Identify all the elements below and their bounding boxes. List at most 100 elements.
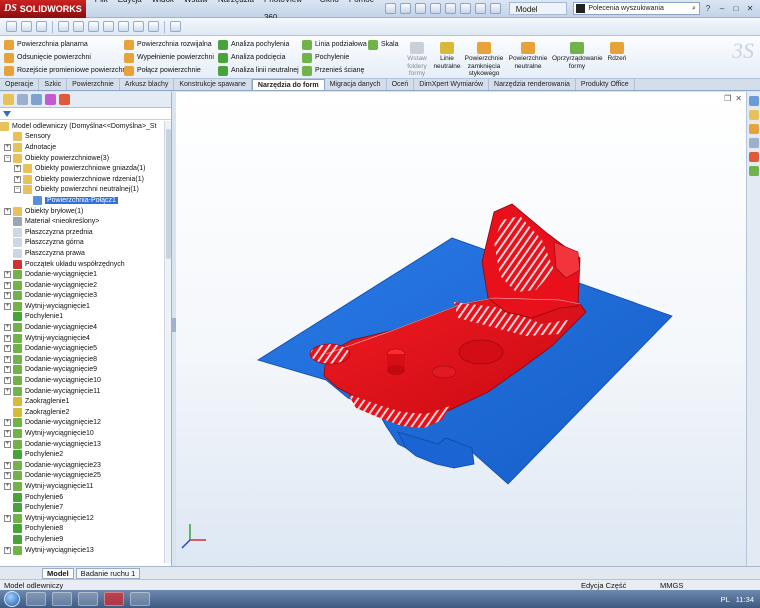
tree-item[interactable]: + Dodanie-wyciągnięcie13 <box>0 439 164 450</box>
viewport-icon[interactable] <box>170 21 181 32</box>
solidworks-task-icon[interactable] <box>104 592 124 606</box>
tree-item[interactable]: + Wytnij-wyciągnięcie11 <box>0 481 164 492</box>
close-button[interactable]: ✕ <box>744 3 756 15</box>
insert-mold-folder-button[interactable]: Wstaw foldery formy <box>404 42 430 78</box>
tree-root[interactable]: Model odlewniczy (Domyślna<<Domyślna>_St <box>0 121 164 132</box>
help-button[interactable]: ? <box>702 3 714 15</box>
file-explorer-icon[interactable] <box>748 124 759 134</box>
tree-item[interactable]: Płaszczyzna prawa <box>0 248 164 259</box>
expand-toggle-icon[interactable]: + <box>4 345 11 353</box>
expand-toggle-icon[interactable]: + <box>4 355 11 363</box>
graphics-area[interactable] <box>176 92 746 566</box>
tree-item[interactable]: + Dodanie-wyciągnięcie11 <box>0 386 164 397</box>
expand-toggle-icon[interactable]: + <box>4 271 11 279</box>
expand-toggle-icon[interactable]: + <box>4 207 11 215</box>
open-folder-icon[interactable] <box>399 3 411 14</box>
shut-off-surfaces-button[interactable]: Powierzchnie zamknięcia stykowego <box>464 42 504 78</box>
clock[interactable]: 11:34 <box>736 595 754 604</box>
expand-toggle-icon[interactable]: + <box>4 281 11 289</box>
expand-toggle-icon[interactable]: + <box>14 175 21 183</box>
tree-item[interactable]: Pochylenie2 <box>0 449 164 460</box>
expand-toggle-icon[interactable]: + <box>4 302 11 310</box>
expand-toggle-icon[interactable]: + <box>4 324 11 332</box>
expand-toggle-icon[interactable]: + <box>4 334 11 342</box>
tree-item[interactable]: − Obiekty powierzchniowe(3) <box>0 153 164 164</box>
tab-weldments[interactable]: Konstrukcje spawane <box>174 79 252 90</box>
expand-toggle-icon[interactable]: + <box>4 440 11 448</box>
search-icon[interactable]: ⌕ <box>689 5 699 13</box>
select-arrow-icon[interactable] <box>459 3 471 14</box>
expand-toggle-icon[interactable]: + <box>4 461 11 469</box>
chrome-icon[interactable] <box>78 592 98 606</box>
viewport-close-icon[interactable]: ✕ <box>735 94 742 103</box>
tab-data-migration[interactable]: Migracja danych <box>325 79 387 90</box>
solidworks-logo[interactable]: DS SOLIDWORKS <box>0 0 86 18</box>
expand-toggle-icon[interactable]: + <box>4 546 11 554</box>
options-icon[interactable] <box>489 3 501 14</box>
tree-item[interactable]: Pochylenie6 <box>0 492 164 503</box>
tree-item[interactable]: + Dodanie-wyciągnięcie3 <box>0 291 164 302</box>
edit-appearance-icon[interactable] <box>118 21 129 32</box>
tree-item[interactable]: Pochylenie9 <box>0 534 164 545</box>
ruled-surface-button[interactable]: Powierzchnia rozwijalna <box>124 38 214 51</box>
viewport-restore-icon[interactable]: ❐ <box>724 94 731 103</box>
print-icon[interactable] <box>429 3 441 14</box>
app-task-icon[interactable] <box>130 592 150 606</box>
tree-item[interactable]: + Dodanie-wyciągnięcie23 <box>0 460 164 471</box>
tree-item[interactable]: + Wytnij-wyciągnięcie10 <box>0 428 164 439</box>
apply-scene-icon[interactable] <box>133 21 144 32</box>
offset-surface-button[interactable]: Odsunięcie powierzchni <box>4 51 128 64</box>
command-search-box[interactable]: Polecenia wyszukiwania ⌕ <box>573 2 700 15</box>
tree-item[interactable]: Początek układu współrzędnych <box>0 259 164 270</box>
document-title[interactable]: Model odle... <box>508 2 568 27</box>
tab-surfaces[interactable]: Powierzchnie <box>67 79 120 90</box>
tree-item[interactable]: Zaokrąglenie2 <box>0 407 164 418</box>
language-indicator[interactable]: PL <box>721 595 730 604</box>
expand-toggle-icon[interactable]: + <box>4 366 11 374</box>
configuration-manager-icon[interactable] <box>31 94 42 105</box>
split-line-button[interactable]: Linia podziałowa <box>302 38 367 51</box>
expand-toggle-icon[interactable]: + <box>4 377 11 385</box>
expand-toggle-icon[interactable]: + <box>4 143 11 151</box>
tree-item[interactable]: Pochylenie7 <box>0 502 164 513</box>
tree-item[interactable]: Sensory <box>0 132 164 143</box>
core-button[interactable]: Rdzeń <box>604 42 630 63</box>
scrollbar-thumb[interactable] <box>166 129 171 259</box>
section-view-icon[interactable] <box>58 21 69 32</box>
undercut-analysis-button[interactable]: Analiza podcięcia <box>218 51 299 64</box>
tree-filter[interactable] <box>0 108 171 120</box>
tree-item[interactable]: + Adnotacje <box>0 142 164 153</box>
minimize-button[interactable]: – <box>716 3 728 15</box>
draft-analysis-button[interactable]: Analiza pochylenia <box>218 38 299 51</box>
tab-render-tools[interactable]: Narzędzia renderowania <box>489 79 576 90</box>
knit-surface-button[interactable]: Połącz powierzchnie <box>124 64 214 77</box>
tree-item[interactable]: + Dodanie-wyciągnięcie2 <box>0 280 164 291</box>
property-manager-icon[interactable] <box>17 94 28 105</box>
tab-mold-tools[interactable]: Narzędzia do form <box>251 79 325 90</box>
tree-item[interactable]: + Wytnij-wyciągnięcie13 <box>0 545 164 556</box>
feature-manager-icon[interactable] <box>3 94 14 105</box>
expand-toggle-icon[interactable]: + <box>4 419 11 427</box>
tree-item[interactable]: + Wytnij-wyciągnięcie12 <box>0 513 164 524</box>
save-icon[interactable] <box>414 3 426 14</box>
scale-button[interactable]: Skala <box>368 38 399 51</box>
tree-item[interactable]: + Dodanie-wyciągnięcie4 <box>0 322 164 333</box>
parting-lines-button[interactable]: Linie neutralne <box>432 42 462 70</box>
tree-item[interactable]: + Wytnij-wyciągnięcie1 <box>0 301 164 312</box>
tree-item[interactable]: Materiał <nieokreślony> <box>0 216 164 227</box>
design-library-icon[interactable] <box>748 110 759 120</box>
tab-office-products[interactable]: Produkty Office <box>576 79 635 90</box>
tree-item[interactable]: + Obiekty powierzchniowe gniazda(1) <box>0 163 164 174</box>
planar-surface-button[interactable]: Powierzchnia planarna <box>4 38 128 51</box>
tree-item[interactable]: − Obiekty powierzchni neutralnej(1) <box>0 185 164 196</box>
expand-toggle-icon[interactable]: + <box>4 292 11 300</box>
expand-toggle-icon[interactable]: + <box>4 430 11 438</box>
expand-toggle-icon[interactable]: + <box>4 482 11 490</box>
view-orientation-icon[interactable] <box>73 21 84 32</box>
tab-features[interactable]: Operacje <box>0 79 40 90</box>
display-manager-icon[interactable] <box>59 94 70 105</box>
tree-item[interactable]: Powierzchnia-Połącz1 <box>0 195 164 206</box>
explorer-icon[interactable] <box>26 592 46 606</box>
expand-toggle-icon[interactable]: + <box>4 472 11 480</box>
tab-sheet-metal[interactable]: Arkusz blachy <box>120 79 175 90</box>
